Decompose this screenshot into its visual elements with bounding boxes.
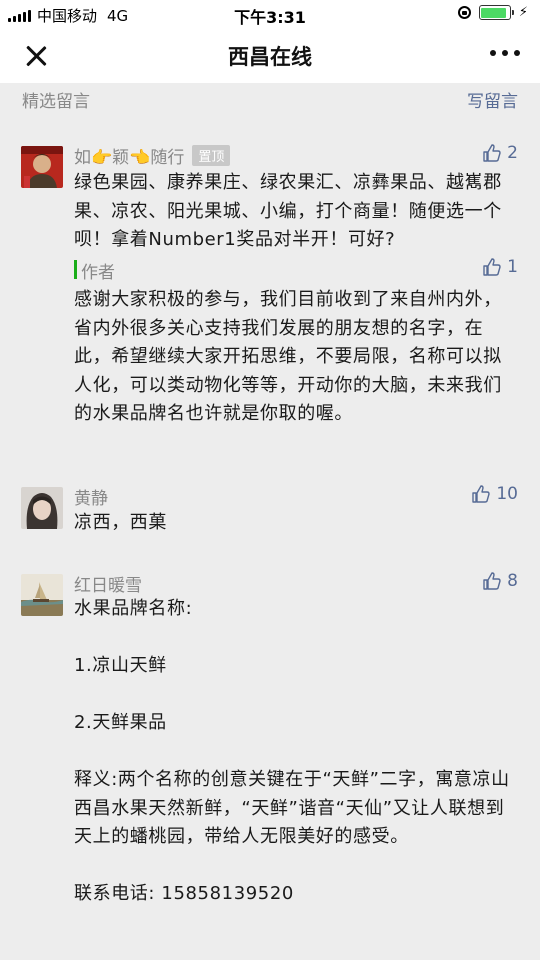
charging-icon: ⚡ (518, 5, 528, 20)
comment-nickname: 如👉颖👈随行 (74, 148, 185, 168)
reply-like-button[interactable]: 1 (482, 257, 518, 277)
comment-nickname: 红日暖雪 (74, 576, 142, 596)
author-label: 作者 (81, 263, 115, 283)
orientation-lock-icon (457, 6, 471, 19)
like-button[interactable]: 8 (482, 571, 518, 591)
like-count: 2 (507, 143, 518, 163)
battery-icon (478, 5, 514, 20)
thumb-up-icon (483, 144, 501, 162)
like-count: 8 (507, 571, 518, 591)
comments-header: 精选留言 写留言 (0, 83, 540, 123)
comment-text: 水果品牌名称: 1.凉山天鲜 2.天鲜果品 释义:两个名称的创意关键在于“天鲜”… (74, 598, 510, 904)
write-comment-link[interactable]: 写留言 (467, 87, 518, 112)
like-button[interactable]: 10 (471, 484, 518, 504)
thumb-up-icon (472, 485, 491, 503)
comment-nickname: 黄静 (74, 489, 108, 509)
more-dots-icon[interactable] (490, 50, 520, 56)
author-accent-bar (74, 260, 77, 279)
author-reply-text: 感谢大家积极的参与，我们目前收到了来自州内外，省内外很多关心支持我们发展的朋友想… (74, 289, 502, 424)
like-count: 10 (496, 484, 518, 504)
section-title: 精选留言 (22, 92, 90, 112)
reply-like-count: 1 (507, 257, 518, 277)
thumb-up-icon (483, 572, 501, 590)
thumb-up-icon (483, 258, 501, 276)
nav-bar: 西昌在线 (0, 28, 540, 83)
avatar[interactable] (21, 487, 63, 529)
avatar[interactable] (21, 574, 63, 616)
page-title: 西昌在线 (228, 45, 312, 69)
pinned-badge: 置顶 (192, 145, 231, 166)
comment-text: 凉西，西菓 (74, 512, 167, 533)
like-button[interactable]: 2 (482, 143, 518, 163)
avatar[interactable] (21, 146, 63, 188)
status-bar: 中国移动 4G 下午3:31 ⚡ (0, 0, 540, 28)
comment-text: 绿色果园、康养果庄、绿农果汇、凉彝果品、越嶲郡果、凉农、阳光果城、小编，打个商量… (74, 172, 502, 250)
